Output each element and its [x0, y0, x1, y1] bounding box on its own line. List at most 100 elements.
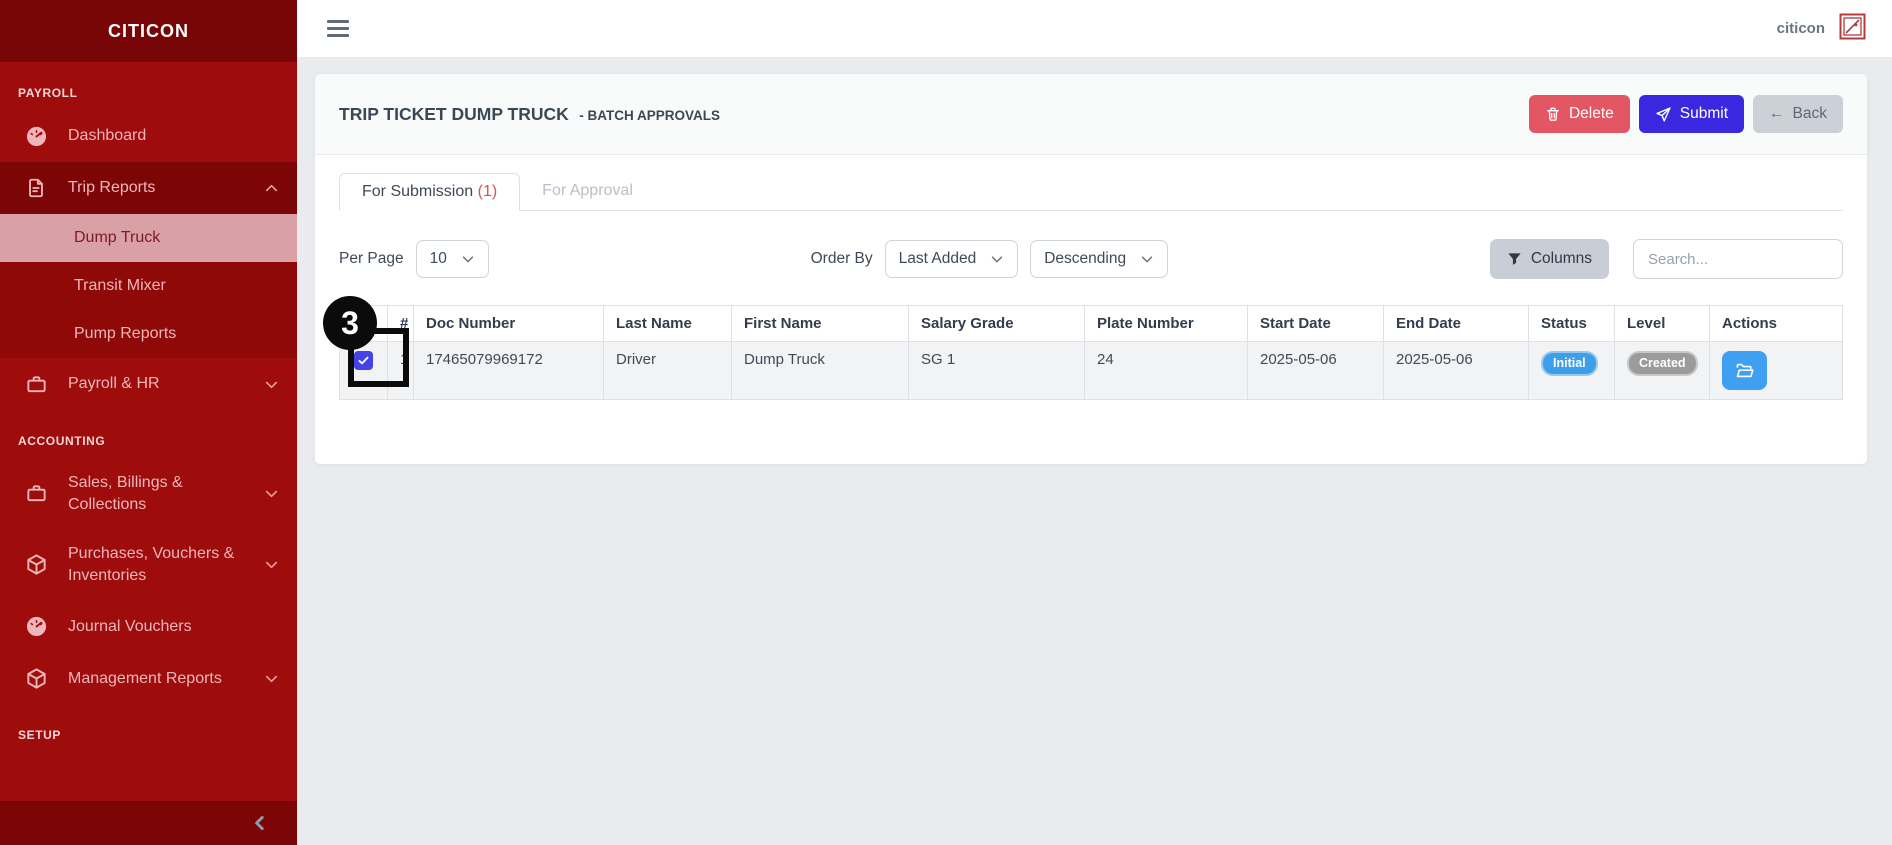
- row-start-date: 2025-05-06: [1248, 342, 1384, 400]
- order-direction-select[interactable]: Descending: [1030, 240, 1168, 278]
- chevron-down-icon: [264, 486, 279, 501]
- row-doc-number: 17465079969172: [414, 342, 604, 400]
- sidebar-item-label: Purchases, Vouchers & Inventories: [68, 543, 244, 586]
- sidebar-nav: PAYROLL Dashboard Trip Reports Dump Truc…: [0, 62, 297, 801]
- col-end-date: End Date: [1384, 306, 1529, 342]
- submit-button-label: Submit: [1680, 105, 1728, 123]
- sidebar-item-purchases-vouchers[interactable]: Purchases, Vouchers & Inventories: [0, 529, 297, 600]
- col-plate-number: Plate Number: [1085, 306, 1248, 342]
- sidebar-item-management-reports[interactable]: Management Reports: [0, 652, 297, 704]
- sidebar-item-label: Journal Vouchers: [68, 616, 192, 638]
- tab-for-submission[interactable]: For Submission (1): [339, 173, 520, 211]
- order-by-label: Order By: [811, 250, 873, 268]
- sidebar-item-dump-truck[interactable]: Dump Truck: [0, 214, 297, 262]
- sidebar-item-journal-vouchers[interactable]: Journal Vouchers: [0, 600, 297, 652]
- tabs: For Submission (1) For Approval: [339, 173, 1843, 211]
- arrow-left-icon: ←: [1769, 105, 1785, 123]
- brand-logo: CITICON: [108, 21, 189, 42]
- step-annotation-badge: 3: [323, 296, 377, 350]
- status-badge: Initial: [1541, 351, 1598, 376]
- tab-for-approval[interactable]: For Approval: [520, 173, 655, 210]
- sidebar-item-label: Sales, Billings & Collections: [68, 472, 244, 515]
- col-doc-number: Doc Number: [414, 306, 604, 342]
- section-label-accounting: ACCOUNTING: [0, 410, 297, 458]
- menu-icon[interactable]: [327, 20, 349, 37]
- per-page-select[interactable]: 10: [416, 240, 489, 278]
- col-start-date: Start Date: [1248, 306, 1384, 342]
- col-status: Status: [1529, 306, 1615, 342]
- cube-icon: [24, 553, 48, 577]
- columns-button-label: Columns: [1531, 250, 1592, 268]
- tab-for-submission-count: (1): [478, 183, 498, 200]
- back-button[interactable]: ← Back: [1753, 95, 1843, 133]
- sidebar-item-label: Management Reports: [68, 668, 222, 690]
- sidebar-item-transit-mixer[interactable]: Transit Mixer: [0, 262, 297, 310]
- card-header: TRIP TICKET DUMP TRUCK - BATCH APPROVALS…: [315, 74, 1867, 155]
- order-by-control: Order By Last Added Descending: [489, 240, 1490, 278]
- order-direction-value: Descending: [1044, 250, 1126, 268]
- back-button-label: Back: [1793, 105, 1827, 123]
- page-subtitle: - BATCH APPROVALS: [579, 108, 720, 123]
- content-area: TRIP TICKET DUMP TRUCK - BATCH APPROVALS…: [297, 58, 1892, 845]
- col-salary-grade: Salary Grade: [909, 306, 1085, 342]
- per-page-value: 10: [430, 250, 447, 268]
- sidebar-footer: [0, 801, 297, 845]
- chevron-down-icon: [264, 671, 279, 686]
- table-controls: Per Page 10 Order By Last Add: [339, 239, 1843, 279]
- briefcase-icon: [24, 482, 48, 506]
- col-last-name: Last Name: [604, 306, 732, 342]
- chevron-up-icon: [264, 181, 279, 196]
- sidebar-item-label: Payroll & HR: [68, 373, 160, 395]
- app: CITICON PAYROLL Dashboard Trip Reports: [0, 0, 1892, 845]
- search-input[interactable]: [1633, 239, 1843, 279]
- columns-button[interactable]: Columns: [1490, 239, 1609, 279]
- row-first-name: Dump Truck: [732, 342, 909, 400]
- sidebar-header: CITICON: [0, 0, 297, 62]
- collapse-sidebar-icon[interactable]: [251, 814, 269, 832]
- row-end-date: 2025-05-06: [1384, 342, 1529, 400]
- open-record-button[interactable]: [1722, 351, 1767, 390]
- page-title-group: TRIP TICKET DUMP TRUCK - BATCH APPROVALS: [339, 104, 720, 125]
- tab-for-submission-label: For Submission: [362, 183, 473, 200]
- gauge-icon: [24, 124, 48, 148]
- chevron-down-icon: [990, 252, 1004, 266]
- trash-icon: [1545, 106, 1561, 122]
- card-body: For Submission (1) For Approval Per Page…: [315, 155, 1867, 464]
- user-menu[interactable]: citicon: [1777, 13, 1866, 45]
- row-status-cell: Initial: [1529, 342, 1615, 400]
- order-field-select[interactable]: Last Added: [885, 240, 1019, 278]
- topbar: citicon: [297, 0, 1892, 58]
- row-level-cell: Created: [1615, 342, 1710, 400]
- col-actions: Actions: [1710, 306, 1843, 342]
- per-page-label: Per Page: [339, 250, 404, 268]
- delete-button[interactable]: Delete: [1529, 95, 1630, 133]
- username-label: citicon: [1777, 20, 1825, 37]
- col-first-name: First Name: [732, 306, 909, 342]
- cube-icon: [24, 666, 48, 690]
- filter-search-controls: Columns: [1490, 239, 1843, 279]
- main: citicon TRIP TICKET DUMP TRUCK - BATCH A…: [297, 0, 1892, 845]
- sidebar-item-dashboard[interactable]: Dashboard: [0, 110, 297, 162]
- sidebar-item-payroll-hr[interactable]: Payroll & HR: [0, 358, 297, 410]
- per-page-control: Per Page 10: [339, 240, 489, 278]
- sidebar-item-trip-reports[interactable]: Trip Reports: [0, 162, 297, 214]
- row-plate-number: 24: [1085, 342, 1248, 400]
- chevron-down-icon: [264, 557, 279, 572]
- chevron-down-icon: [264, 377, 279, 392]
- order-field-value: Last Added: [899, 250, 977, 268]
- submit-button[interactable]: Submit: [1639, 95, 1744, 133]
- sidebar-item-sales-billings[interactable]: Sales, Billings & Collections: [0, 458, 297, 529]
- batch-approvals-card: TRIP TICKET DUMP TRUCK - BATCH APPROVALS…: [314, 73, 1868, 465]
- delete-button-label: Delete: [1569, 105, 1614, 123]
- approvals-table: # Doc Number Last Name First Name Salary…: [339, 305, 1843, 400]
- sidebar-item-label: Dashboard: [68, 125, 146, 147]
- section-label-setup: SETUP: [0, 704, 297, 752]
- header-buttons: Delete Submit ← Back: [1529, 95, 1843, 133]
- page-title: TRIP TICKET DUMP TRUCK: [339, 104, 569, 124]
- briefcase-icon: [24, 372, 48, 396]
- folder-open-icon: [1735, 361, 1754, 380]
- chevron-down-icon: [1140, 252, 1154, 266]
- table-row: 1 17465079969172 Driver Dump Truck SG 1 …: [340, 342, 1843, 400]
- sidebar-item-pump-reports[interactable]: Pump Reports: [0, 310, 297, 358]
- section-label-payroll: PAYROLL: [0, 72, 297, 110]
